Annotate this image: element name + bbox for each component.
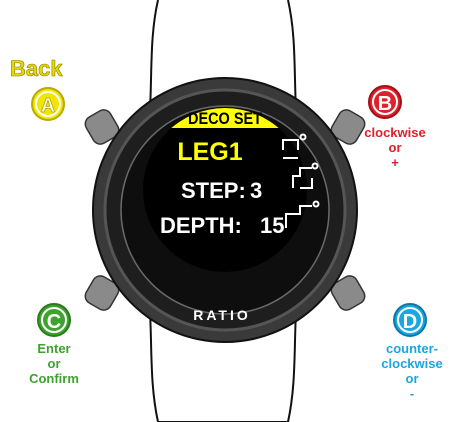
button-a-label: Back [10, 56, 63, 82]
button-b-line: clockwise [364, 125, 426, 140]
button-c-line: Confirm [29, 370, 79, 386]
button-b-description: clockwise or + [355, 125, 435, 171]
button-c-line: or [47, 355, 61, 371]
display-title: LEG1 [177, 138, 242, 166]
button-d-line: clockwise [381, 355, 443, 371]
display-header: DECO SET [188, 109, 263, 128]
button-c-letter: C [47, 311, 61, 333]
step-label: STEP: [181, 178, 246, 203]
button-d-line: or [405, 370, 419, 386]
button-a-letter: A [41, 95, 55, 117]
button-d-line: - [409, 385, 415, 401]
button-b-line: or [388, 139, 402, 155]
button-b-line: + [391, 154, 399, 170]
button-c-line: Enter [37, 341, 71, 356]
step-value: 3 [250, 178, 262, 203]
button-c-description: Enter or Confirm [14, 341, 94, 387]
depth-value: 15 [260, 213, 284, 238]
button-a-badge: A [31, 87, 65, 121]
button-b-badge: B [368, 85, 402, 119]
button-c-badge: C [37, 303, 71, 337]
button-d-badge: D [393, 303, 427, 337]
button-d-description: counter- clockwise or - [374, 341, 450, 402]
button-d-line: counter- [386, 341, 438, 356]
brand-logo: RATIO [193, 307, 251, 323]
button-d-letter: D [403, 311, 417, 333]
depth-label: DEPTH: [160, 213, 242, 238]
button-b-letter: B [378, 93, 392, 115]
